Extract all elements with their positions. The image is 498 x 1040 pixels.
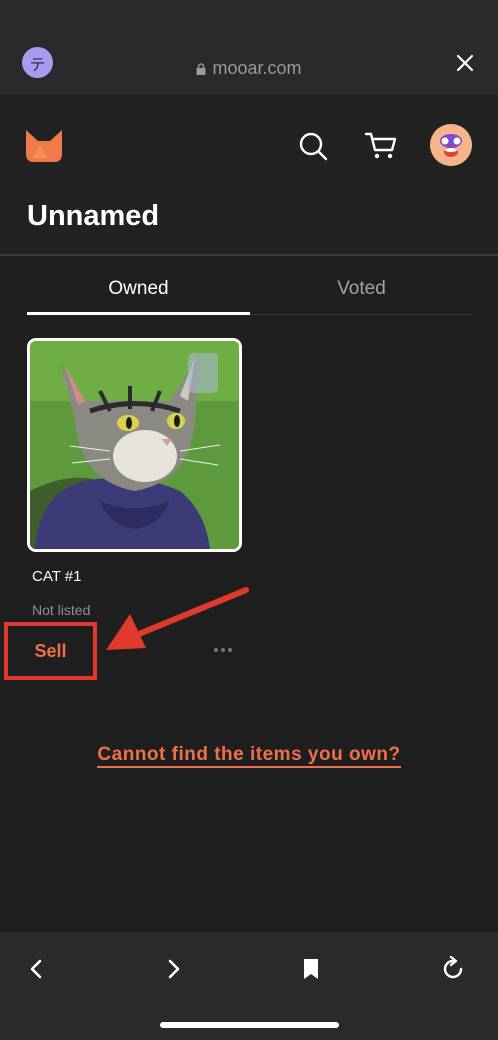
cart-icon[interactable] xyxy=(364,130,398,162)
url-text: mooar.com xyxy=(212,58,302,78)
reload-icon[interactable] xyxy=(440,956,466,982)
browser-top-bar: テ mooar.com xyxy=(0,0,498,94)
search-icon[interactable] xyxy=(297,130,329,162)
home-indicator xyxy=(160,1022,339,1028)
url-bar[interactable]: mooar.com xyxy=(0,58,498,79)
sell-button[interactable]: Sell xyxy=(4,622,97,680)
nft-name[interactable]: CAT #1 xyxy=(32,568,81,585)
listing-status: Not listed xyxy=(32,602,91,618)
lock-icon xyxy=(196,62,206,75)
annotation-arrow-icon xyxy=(106,587,249,650)
tab-voted[interactable]: Voted xyxy=(250,264,473,314)
avatar[interactable] xyxy=(430,124,472,166)
cannot-find-items-link[interactable]: Cannot find the items you own? xyxy=(0,744,498,768)
nft-image[interactable] xyxy=(27,338,242,552)
logo-icon[interactable] xyxy=(26,128,62,162)
active-tab-indicator xyxy=(27,312,250,315)
tab-baseline xyxy=(250,314,473,315)
header-divider xyxy=(0,254,498,256)
browser-bottom-bar xyxy=(0,932,498,1040)
close-icon[interactable] xyxy=(454,52,476,74)
back-icon[interactable] xyxy=(24,956,50,982)
forward-icon[interactable] xyxy=(160,956,186,982)
bookmark-icon[interactable] xyxy=(298,956,324,982)
app-header: Unnamed xyxy=(0,94,498,254)
tab-owned[interactable]: Owned xyxy=(27,264,250,314)
tab-bar: Owned Voted xyxy=(27,264,473,316)
page-title: Unnamed xyxy=(27,200,160,232)
